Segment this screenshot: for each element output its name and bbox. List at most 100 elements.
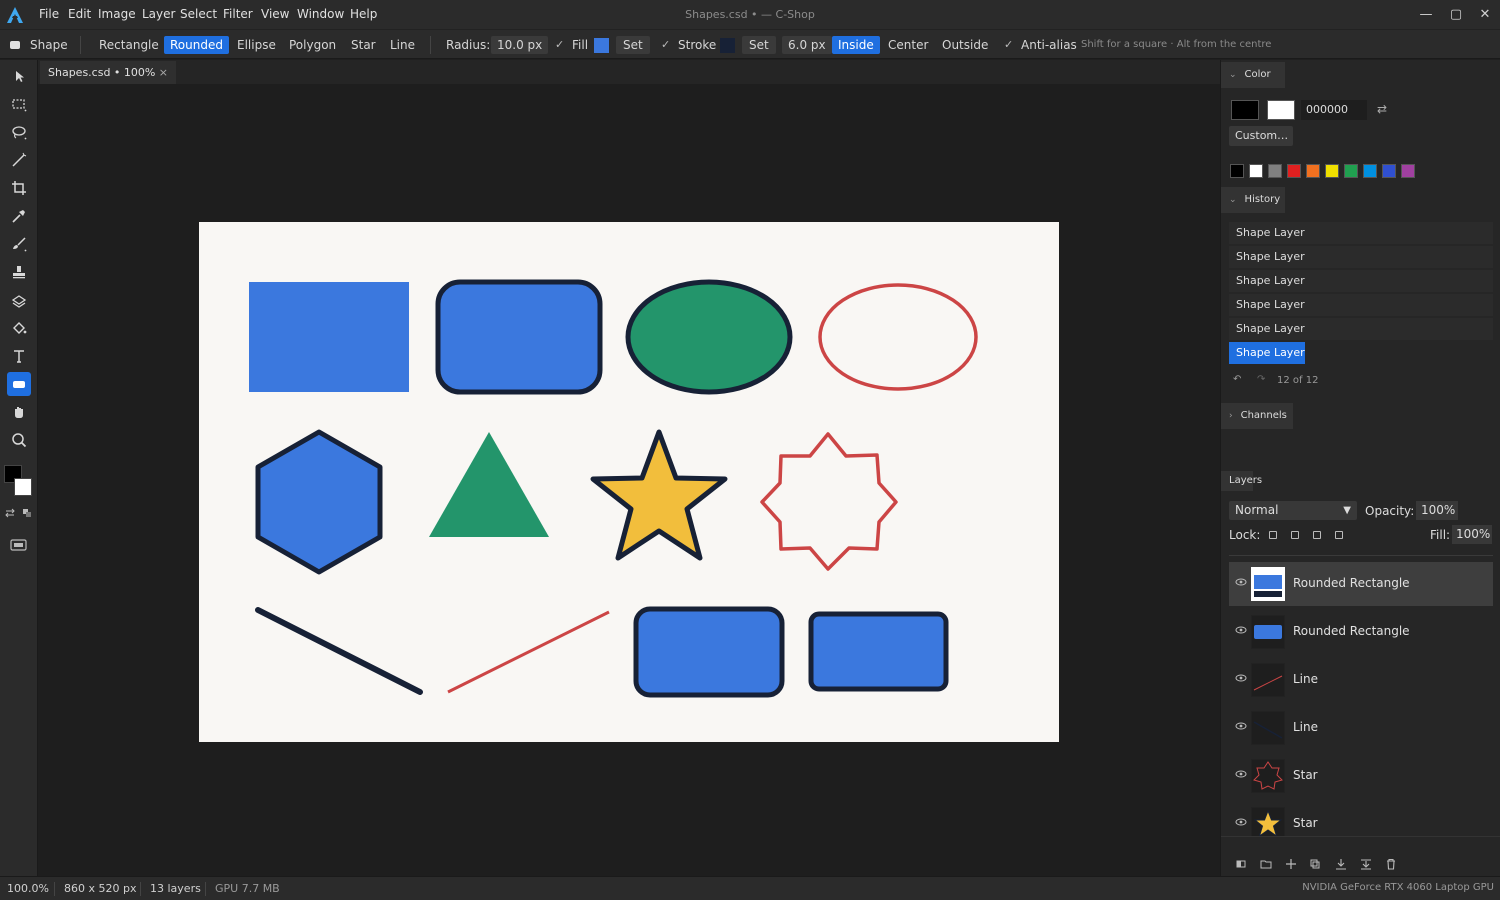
- shape-polygon[interactable]: Polygon: [289, 36, 336, 54]
- stamp-tool-icon[interactable]: [7, 260, 31, 284]
- marquee-tool-icon[interactable]: [7, 92, 31, 116]
- fill-checkbox[interactable]: ✓: [555, 39, 566, 50]
- palette-swatch[interactable]: [1363, 164, 1377, 178]
- menu-image[interactable]: Image: [98, 7, 136, 21]
- magic-wand-tool-icon[interactable]: [7, 148, 31, 172]
- menu-window[interactable]: Window: [297, 7, 344, 21]
- palette-swatch[interactable]: [1306, 164, 1320, 178]
- swap-colors-icon[interactable]: [5, 508, 15, 518]
- close-tab-icon[interactable]: ×: [159, 61, 168, 84]
- opacity-input[interactable]: 100%: [1416, 501, 1458, 520]
- layer-row[interactable]: Rounded Rectangle: [1229, 610, 1493, 654]
- history-item[interactable]: Shape Layer: [1229, 294, 1493, 316]
- color-background-swatch[interactable]: [1267, 100, 1295, 120]
- color-panel-header[interactable]: ⌄ Color: [1221, 62, 1285, 88]
- folder-icon[interactable]: [1260, 859, 1272, 869]
- zoom-tool-icon[interactable]: [7, 428, 31, 452]
- color-foreground-swatch[interactable]: [1231, 100, 1259, 120]
- quick-mask-icon[interactable]: [10, 539, 27, 551]
- antialias-checkbox[interactable]: ✓: [1004, 39, 1015, 50]
- menu-select[interactable]: Select: [180, 7, 217, 21]
- shape-star[interactable]: Star: [351, 36, 376, 54]
- align-outside[interactable]: Outside: [942, 36, 988, 54]
- fill-tool-icon[interactable]: [7, 316, 31, 340]
- history-item[interactable]: Shape Layer: [1229, 318, 1493, 340]
- reset-colors-icon[interactable]: [22, 508, 32, 518]
- visibility-eye-icon[interactable]: [1235, 720, 1247, 732]
- zoom-level[interactable]: 100.0%: [7, 882, 49, 895]
- add-layer-icon[interactable]: [1285, 858, 1297, 870]
- layers-panel-header[interactable]: Layers: [1221, 471, 1262, 491]
- redo-icon[interactable]: ↷: [1257, 374, 1265, 385]
- history-item[interactable]: Shape Layer: [1229, 270, 1493, 292]
- merge-down-icon[interactable]: [1335, 858, 1347, 870]
- stroke-checkbox[interactable]: ✓: [661, 39, 672, 50]
- crop-tool-icon[interactable]: [7, 176, 31, 200]
- background-color-swatch[interactable]: [14, 478, 32, 496]
- visibility-eye-icon[interactable]: [1235, 672, 1247, 684]
- history-item[interactable]: Shape Layer: [1229, 222, 1493, 244]
- swap-icon[interactable]: ⇄: [1377, 102, 1391, 116]
- shape-tool-icon[interactable]: [7, 372, 31, 396]
- palette-swatch[interactable]: [1287, 164, 1301, 178]
- palette-swatch[interactable]: [1382, 164, 1396, 178]
- align-center[interactable]: Center: [888, 36, 928, 54]
- layer-row[interactable]: Star: [1229, 754, 1493, 798]
- history-item-current[interactable]: Shape Layer: [1229, 342, 1305, 364]
- lock-all-icon[interactable]: [1335, 531, 1343, 539]
- eyedropper-tool-icon[interactable]: [7, 204, 31, 228]
- fill-set-button[interactable]: Set: [616, 36, 650, 54]
- visibility-eye-icon[interactable]: [1235, 768, 1247, 780]
- align-inside[interactable]: Inside: [832, 36, 880, 54]
- palette-swatch[interactable]: [1230, 164, 1244, 178]
- layer-row[interactable]: Star: [1229, 802, 1493, 836]
- lock-pixels-icon[interactable]: [1291, 531, 1299, 539]
- stroke-color-swatch[interactable]: [720, 38, 735, 53]
- undo-icon[interactable]: ↶: [1233, 374, 1241, 385]
- history-panel-header[interactable]: ⌄ History: [1221, 187, 1285, 213]
- menu-edit[interactable]: Edit: [68, 7, 91, 21]
- canvas-artwork[interactable]: [199, 222, 1059, 742]
- layer-row[interactable]: Line: [1229, 658, 1493, 702]
- menu-file[interactable]: File: [39, 7, 59, 21]
- palette-swatch[interactable]: [1401, 164, 1415, 178]
- hand-tool-icon[interactable]: [7, 400, 31, 424]
- channels-panel-header[interactable]: › Channels: [1221, 403, 1293, 429]
- fill-input[interactable]: 100%: [1452, 525, 1492, 544]
- canvas-area[interactable]: [38, 84, 1220, 876]
- brush-tool-icon[interactable]: [7, 232, 31, 256]
- stroke-width-input[interactable]: 6.0 px: [782, 36, 832, 54]
- flatten-icon[interactable]: [1360, 858, 1372, 870]
- shape-rounded[interactable]: Rounded: [164, 36, 229, 54]
- new-group-icon[interactable]: [1236, 859, 1246, 869]
- layer-row[interactable]: Rounded Rectangle: [1229, 562, 1493, 606]
- text-tool-icon[interactable]: [7, 344, 31, 368]
- palette-swatch[interactable]: [1249, 164, 1263, 178]
- eraser-tool-icon[interactable]: [7, 288, 31, 312]
- trash-icon[interactable]: [1385, 858, 1397, 870]
- palette-swatch[interactable]: [1325, 164, 1339, 178]
- lasso-tool-icon[interactable]: [7, 120, 31, 144]
- menu-layer[interactable]: Layer: [142, 7, 175, 21]
- shape-line[interactable]: Line: [390, 36, 415, 54]
- history-item[interactable]: Shape Layer: [1229, 246, 1493, 268]
- duplicate-layer-icon[interactable]: [1310, 859, 1320, 869]
- shape-ellipse[interactable]: Ellipse: [237, 36, 276, 54]
- palette-swatch[interactable]: [1344, 164, 1358, 178]
- visibility-eye-icon[interactable]: [1235, 816, 1247, 828]
- maximize-button[interactable]: ▢: [1446, 5, 1466, 25]
- lock-position-icon[interactable]: [1313, 531, 1321, 539]
- radius-input[interactable]: 10.0 px: [491, 36, 549, 54]
- layer-row[interactable]: Line: [1229, 706, 1493, 750]
- document-canvas[interactable]: [199, 222, 1059, 742]
- fill-color-swatch[interactable]: [594, 38, 609, 53]
- visibility-eye-icon[interactable]: [1235, 624, 1247, 636]
- document-tab[interactable]: Shapes.csd • 100% ×: [40, 61, 176, 84]
- stroke-set-button[interactable]: Set: [742, 36, 776, 54]
- hex-input[interactable]: 000000: [1301, 100, 1367, 120]
- shape-rectangle[interactable]: Rectangle: [99, 36, 159, 54]
- menu-filter[interactable]: Filter: [223, 7, 253, 21]
- custom-color-button[interactable]: Custom…: [1229, 126, 1293, 146]
- blend-mode-select[interactable]: Normal ▼: [1229, 501, 1357, 520]
- close-window-button[interactable]: ✕: [1475, 5, 1495, 25]
